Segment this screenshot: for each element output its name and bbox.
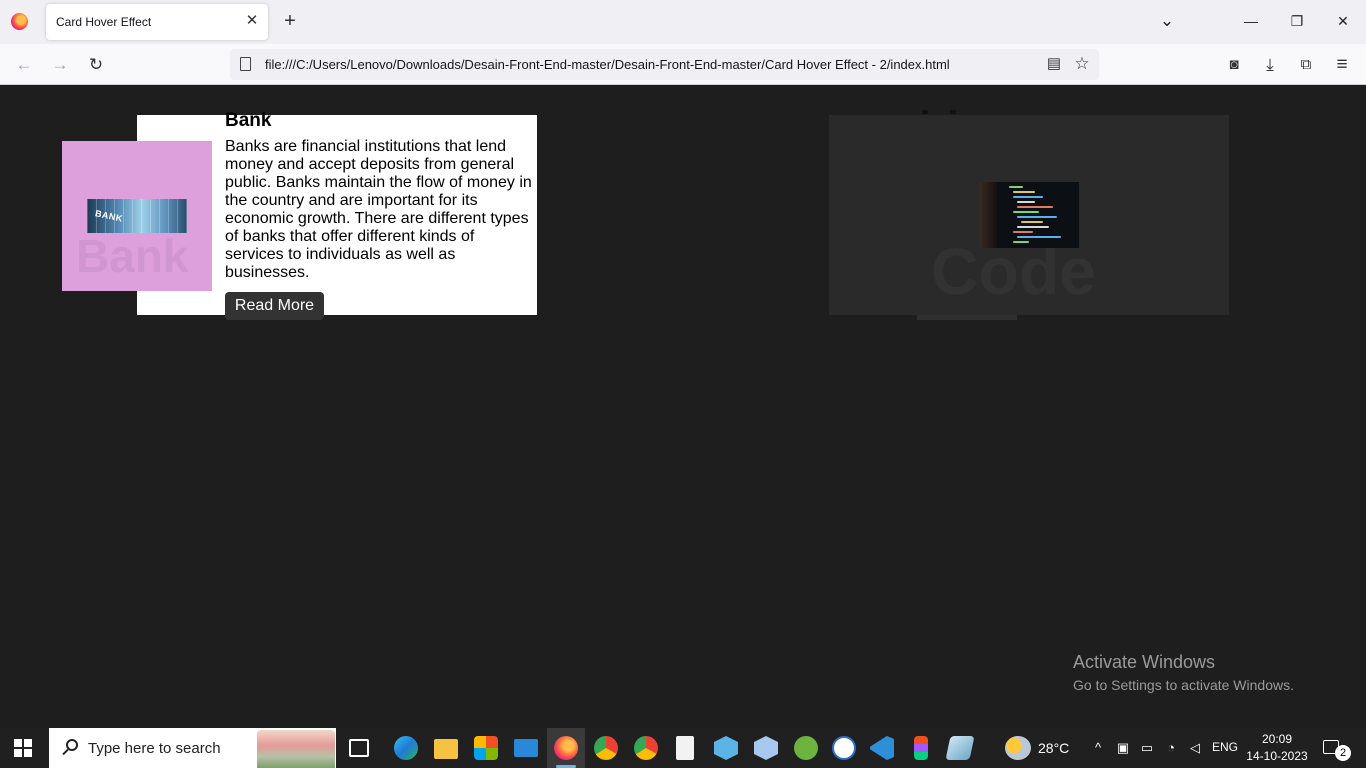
weather-icon[interactable] <box>1005 736 1031 760</box>
battery-icon[interactable]: ▭ <box>1138 739 1156 757</box>
notification-count-badge: 2 <box>1335 745 1351 761</box>
tab-title: Card Hover Effect <box>56 15 152 29</box>
windows-start-icon[interactable] <box>14 739 32 757</box>
card-watermark-text: Bank <box>76 230 189 282</box>
back-button[interactable]: ← <box>12 53 36 77</box>
code-card-title-peek <box>917 110 961 116</box>
restore-button[interactable]: ❐ <box>1286 10 1308 32</box>
show-hidden-icons-chevron-icon[interactable]: ^ <box>1089 739 1107 757</box>
bank-card-image-box: Bank BANK <box>62 141 212 291</box>
vscode-icon[interactable] <box>870 736 894 760</box>
mail-icon[interactable] <box>514 739 538 757</box>
search-placeholder: Type here to search <box>88 740 221 757</box>
activate-windows-subtitle: Go to Settings to activate Windows. <box>1073 677 1294 693</box>
code-card[interactable]: Code <box>829 115 1229 315</box>
weather-temperature[interactable]: 28°C <box>1038 740 1069 756</box>
forward-button[interactable]: → <box>48 53 72 77</box>
taskbar-search-box[interactable]: Type here to search <box>49 728 336 768</box>
clock-time: 20:09 <box>1261 732 1293 746</box>
activate-windows-title: Activate Windows <box>1073 652 1216 672</box>
network-icon[interactable]: ◔ <box>1162 739 1180 757</box>
chrome-icon[interactable] <box>594 736 618 760</box>
taskbar-clock[interactable]: 20:09 14-10-2023 <box>1246 731 1308 765</box>
extensions-icon[interactable]: ⧉ <box>1294 53 1318 77</box>
volume-icon[interactable]: ◁ <box>1186 739 1204 757</box>
clock-date: 14-10-2023 <box>1246 749 1308 763</box>
meet-now-icon[interactable]: ▣ <box>1114 739 1132 757</box>
minimize-button[interactable]: — <box>1240 10 1262 32</box>
pocket-icon[interactable]: ◙ <box>1222 53 1246 77</box>
firefox-logo-icon <box>11 13 28 30</box>
browser-tab-strip: Card Hover Effect ✕ + ⌄ — ❐ ✕ <box>0 0 1366 44</box>
reader-view-icon[interactable]: ▤ <box>1044 54 1064 74</box>
android-studio-icon[interactable] <box>832 736 856 760</box>
browser-nav-bar: ← → ↻ file:///C:/Users/Lenovo/Downloads/… <box>0 44 1366 85</box>
task-view-icon[interactable] <box>349 739 369 757</box>
figma-icon[interactable] <box>914 736 928 760</box>
url-text[interactable]: file:///C:/Users/Lenovo/Downloads/Desain… <box>265 57 950 72</box>
search-highlight-image <box>257 730 335 768</box>
card-description: Banks are financial institutions that le… <box>225 138 532 281</box>
search-icon <box>61 738 79 758</box>
microsoft-store-icon[interactable] <box>474 736 498 760</box>
new-tab-button[interactable]: + <box>280 10 300 32</box>
browser-tab-active[interactable]: Card Hover Effect ✕ <box>46 4 268 40</box>
downloads-icon[interactable]: ⤓ <box>1258 53 1282 77</box>
bank-photo: BANK <box>87 199 187 233</box>
chrome-profile-icon[interactable] <box>634 736 658 760</box>
app-menu-icon[interactable]: ≡ <box>1330 53 1354 77</box>
file-explorer-icon[interactable] <box>434 739 458 759</box>
card-title: Bank <box>225 110 272 131</box>
code-screen-photo <box>979 182 1079 248</box>
activate-windows-watermark: Activate Windows Go to Settings to activ… <box>1073 650 1294 695</box>
reload-button[interactable]: ↻ <box>84 53 108 77</box>
page-viewport: Bank Banks are financial institutions th… <box>0 85 1366 728</box>
list-all-tabs-icon[interactable]: ⌄ <box>1156 10 1178 32</box>
close-window-button[interactable]: ✕ <box>1332 10 1354 32</box>
code-card-hidden-button[interactable] <box>917 315 1017 320</box>
address-bar[interactable]: file:///C:/Users/Lenovo/Downloads/Desain… <box>230 49 1099 80</box>
read-more-button[interactable]: Read More <box>225 292 324 320</box>
windows-taskbar: Type here to search 28°C ^ ▣ ▭ ◔ ◁ ENG 2… <box>0 728 1366 768</box>
bookmark-star-icon[interactable]: ☆ <box>1072 54 1092 74</box>
tab-close-icon[interactable]: ✕ <box>244 13 260 29</box>
page-info-icon[interactable] <box>240 57 251 71</box>
virtualbox-icon[interactable] <box>754 736 778 760</box>
spring-tool-icon[interactable] <box>794 736 818 760</box>
notepad-icon[interactable] <box>676 736 694 760</box>
firefox-taskbar-icon[interactable] <box>554 736 578 760</box>
input-language[interactable]: ENG <box>1212 740 1238 754</box>
box-app-icon[interactable] <box>714 736 738 760</box>
edge-browser-icon[interactable] <box>394 736 418 760</box>
app-icon[interactable] <box>945 736 975 760</box>
notification-center-icon[interactable]: 2 <box>1323 738 1351 761</box>
